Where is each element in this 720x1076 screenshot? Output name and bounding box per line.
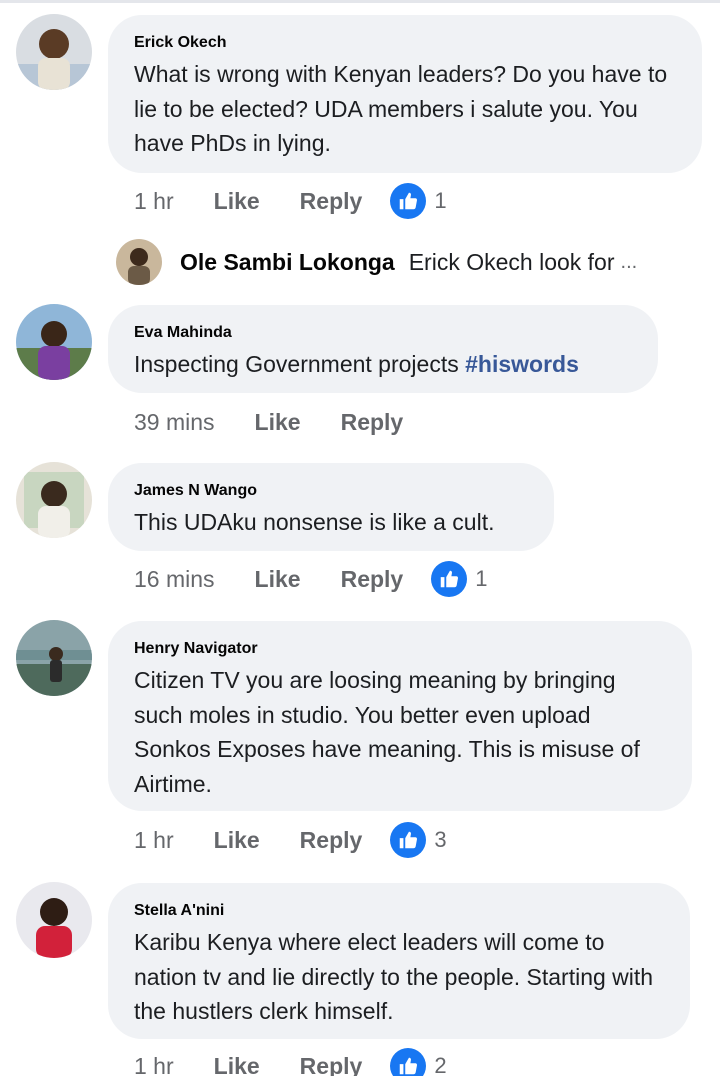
- reply-text: Erick Okech look for: [408, 248, 615, 275]
- comment-text: Inspecting Government projects: [134, 351, 466, 377]
- reaction-count: 1: [434, 188, 447, 213]
- comment-timestamp[interactable]: 16 mins: [134, 566, 215, 593]
- comment-author[interactable]: Erick Okech: [134, 33, 676, 53]
- like-button[interactable]: Like: [255, 409, 301, 436]
- comment-author[interactable]: Stella A'nini: [134, 901, 664, 921]
- comment-bubble: Stella A'nini Karibu Kenya where elect l…: [108, 883, 690, 1039]
- comment-actions: 39 mins Like Reply: [134, 404, 403, 440]
- comment-bubble: Henry Navigator Citizen TV you are loosi…: [108, 621, 692, 811]
- reply-button[interactable]: Reply: [300, 827, 363, 854]
- comment-author[interactable]: James N Wango: [134, 481, 528, 501]
- comment-bubble: James N Wango This UDAku nonsense is lik…: [108, 463, 554, 551]
- avatar: [116, 239, 162, 285]
- reaction-summary[interactable]: 1: [390, 183, 447, 219]
- comment-text: Karibu Kenya where elect leaders will co…: [134, 929, 654, 1024]
- comment-timestamp[interactable]: 1 hr: [134, 827, 174, 854]
- avatar[interactable]: [16, 882, 92, 958]
- reply-ellipsis: ...: [620, 250, 638, 273]
- comment-author[interactable]: Eva Mahinda: [134, 323, 632, 343]
- comment-actions: 1 hr Like Reply 1: [134, 183, 447, 219]
- comment-bubble: Eva Mahinda Inspecting Government projec…: [108, 305, 658, 393]
- comment-text: What is wrong with Kenyan leaders? Do yo…: [134, 61, 668, 156]
- reply-button[interactable]: Reply: [341, 566, 404, 593]
- reply-button[interactable]: Reply: [300, 1053, 363, 1076]
- comment-bubble: Erick Okech What is wrong with Kenyan le…: [108, 15, 702, 173]
- reply-author[interactable]: Ole Sambi Lokonga: [180, 249, 395, 276]
- like-button[interactable]: Like: [214, 827, 260, 854]
- avatar[interactable]: [16, 14, 92, 90]
- like-thumb-icon: [431, 561, 468, 597]
- reply-button[interactable]: Reply: [341, 409, 404, 436]
- reaction-summary[interactable]: 2: [390, 1048, 447, 1076]
- comment-text: Citizen TV you are loosing meaning by br…: [134, 667, 640, 797]
- comment-timestamp[interactable]: 1 hr: [134, 188, 174, 215]
- reaction-summary[interactable]: 3: [390, 822, 447, 858]
- like-thumb-icon: [390, 822, 427, 858]
- comment-timestamp[interactable]: 1 hr: [134, 1053, 174, 1076]
- avatar[interactable]: [16, 462, 92, 538]
- avatar[interactable]: [16, 620, 92, 696]
- comment-actions: 16 mins Like Reply 1: [134, 561, 487, 597]
- like-button[interactable]: Like: [214, 1053, 260, 1076]
- avatar[interactable]: [16, 304, 92, 380]
- reaction-count: 2: [434, 1053, 447, 1076]
- comment-timestamp[interactable]: 39 mins: [134, 409, 215, 436]
- like-button[interactable]: Like: [255, 566, 301, 593]
- reply-preview[interactable]: Ole Sambi Lokonga Erick Okech look for .…: [116, 236, 637, 288]
- hashtag-link[interactable]: #hiswords: [465, 351, 579, 377]
- reply-button[interactable]: Reply: [300, 188, 363, 215]
- comment-text: This UDAku nonsense is like a cult.: [134, 509, 495, 535]
- top-divider: [0, 0, 720, 3]
- like-thumb-icon: [390, 183, 427, 219]
- reaction-count: 1: [475, 566, 488, 591]
- like-thumb-icon: [390, 1048, 427, 1076]
- comment-text-wrap: Inspecting Government projects #hiswords: [134, 347, 632, 382]
- comment-actions: 1 hr Like Reply 2: [134, 1048, 447, 1076]
- like-button[interactable]: Like: [214, 188, 260, 215]
- comment-author[interactable]: Henry Navigator: [134, 639, 666, 659]
- reaction-summary[interactable]: 1: [431, 561, 487, 597]
- comment-actions: 1 hr Like Reply 3: [134, 822, 447, 858]
- reaction-count: 3: [434, 827, 447, 852]
